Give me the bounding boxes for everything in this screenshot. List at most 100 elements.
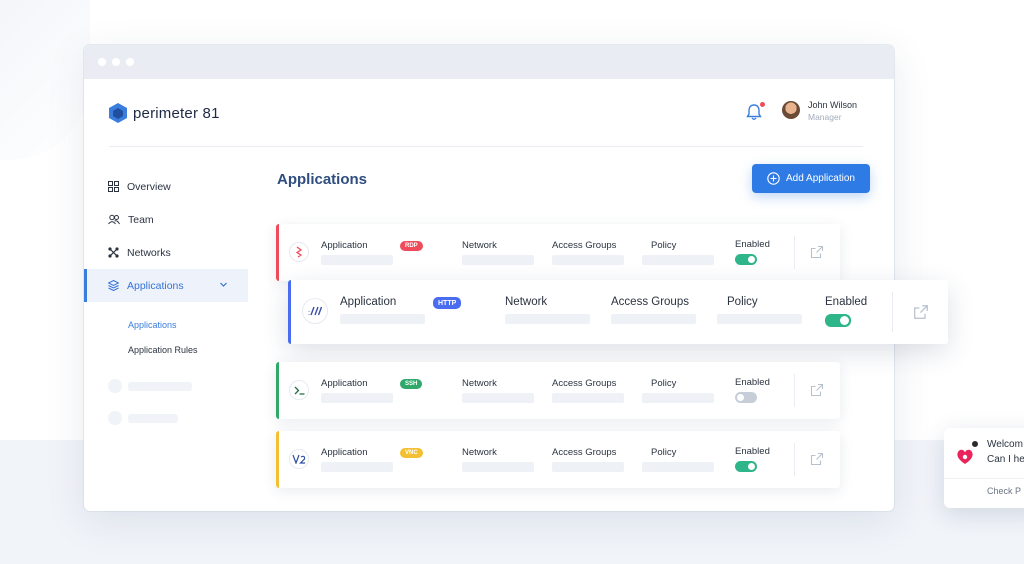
sidebar-item-label: Applications bbox=[127, 279, 184, 292]
avatar[interactable] bbox=[782, 101, 800, 119]
window-titlebar bbox=[84, 45, 894, 79]
application-row-ssh[interactable]: Application SSH Network Access Groups Po… bbox=[276, 362, 840, 419]
sidebar-item-networks[interactable]: Networks bbox=[84, 236, 248, 269]
enabled-toggle[interactable] bbox=[735, 461, 757, 472]
sidebar-item-overview[interactable]: Overview bbox=[84, 170, 248, 203]
access-groups-label: Access Groups bbox=[552, 378, 617, 389]
network-label: Network bbox=[462, 240, 497, 251]
policy-label: Policy bbox=[651, 447, 677, 458]
placeholder-bar bbox=[505, 314, 590, 324]
external-link-icon[interactable] bbox=[810, 383, 824, 397]
placeholder-bar bbox=[552, 462, 624, 472]
toggle-knob bbox=[748, 463, 755, 470]
chat-widget[interactable]: Welcom Can I he Check P bbox=[944, 428, 1024, 508]
placeholder-bar bbox=[552, 393, 624, 403]
row-divider bbox=[892, 292, 893, 332]
placeholder-bar bbox=[552, 255, 624, 265]
sidebar-item-label: Networks bbox=[127, 246, 171, 259]
window-dot bbox=[112, 58, 120, 66]
placeholder-bar bbox=[321, 255, 393, 265]
app-label: Application bbox=[321, 378, 368, 389]
sidebar-subitem-application-rules[interactable]: Application Rules bbox=[84, 337, 248, 362]
enabled-label: Enabled bbox=[735, 239, 770, 250]
sidebar: Overview Team Networks Applications Appl… bbox=[84, 170, 248, 434]
chat-logo-icon bbox=[957, 449, 973, 464]
placeholder-bar bbox=[462, 393, 534, 403]
chat-divider bbox=[944, 478, 1024, 479]
application-row-http[interactable]: Application HTTP Network Access Groups P… bbox=[288, 280, 948, 344]
access-groups-label: Access Groups bbox=[552, 447, 617, 458]
toggle-knob bbox=[748, 256, 755, 263]
layers-icon bbox=[108, 280, 119, 291]
placeholder-bar bbox=[321, 462, 393, 472]
logo-icon bbox=[109, 103, 127, 123]
page-title: Applications bbox=[277, 171, 368, 188]
network-icon bbox=[108, 247, 119, 258]
row-stripe bbox=[288, 280, 291, 344]
app-name: perimeter 81 bbox=[133, 104, 220, 122]
access-groups-label: Access Groups bbox=[611, 296, 689, 308]
protocol-tag: RDP bbox=[400, 241, 423, 251]
external-link-icon[interactable] bbox=[810, 452, 824, 466]
sidebar-subitem-applications[interactable]: Applications bbox=[84, 312, 248, 337]
placeholder-bar bbox=[321, 393, 393, 403]
placeholder-bar bbox=[462, 255, 534, 265]
chat-message-line: Can I he bbox=[987, 454, 1024, 465]
enabled-toggle[interactable] bbox=[735, 392, 757, 403]
enabled-label: Enabled bbox=[825, 296, 868, 308]
row-divider bbox=[794, 443, 795, 476]
enabled-toggle[interactable] bbox=[735, 254, 757, 265]
placeholder-icon bbox=[108, 379, 122, 393]
placeholder-bar bbox=[128, 381, 192, 391]
app-logo[interactable]: perimeter 81 bbox=[109, 103, 220, 123]
sidebar-item-team[interactable]: Team bbox=[84, 203, 248, 236]
network-label: Network bbox=[462, 447, 497, 458]
placeholder-bar bbox=[642, 255, 714, 265]
header-divider bbox=[109, 146, 863, 147]
sidebar-item-applications[interactable]: Applications bbox=[84, 269, 248, 302]
enabled-label: Enabled bbox=[735, 446, 770, 457]
placeholder-bar bbox=[717, 314, 802, 324]
policy-label: Policy bbox=[727, 296, 758, 308]
plus-circle-icon bbox=[767, 172, 780, 185]
notification-badge bbox=[759, 101, 766, 108]
app-label: Application bbox=[321, 447, 368, 458]
sidebar-item-label: Overview bbox=[127, 180, 171, 193]
window-dot bbox=[126, 58, 134, 66]
network-label: Network bbox=[505, 296, 548, 308]
toggle-knob bbox=[840, 316, 849, 325]
placeholder-bar bbox=[128, 413, 178, 423]
protocol-tag: SSH bbox=[400, 379, 423, 389]
placeholder-bar bbox=[462, 462, 534, 472]
network-label: Network bbox=[462, 378, 497, 389]
enabled-toggle[interactable] bbox=[825, 314, 851, 327]
placeholder-bar bbox=[340, 314, 425, 324]
users-icon bbox=[108, 214, 120, 225]
http-icon bbox=[302, 298, 328, 324]
policy-label: Policy bbox=[651, 240, 677, 251]
app-label: Application bbox=[321, 240, 368, 251]
add-application-button[interactable]: Add Application bbox=[752, 164, 870, 193]
external-link-icon[interactable] bbox=[913, 304, 929, 320]
row-stripe bbox=[276, 224, 279, 281]
placeholder-bar bbox=[642, 393, 714, 403]
external-link-icon[interactable] bbox=[810, 245, 824, 259]
application-row-vnc[interactable]: Application VNC Network Access Groups Po… bbox=[276, 431, 840, 488]
row-divider bbox=[794, 374, 795, 407]
chat-message-line: Welcom bbox=[987, 439, 1023, 450]
background-decoration bbox=[0, 0, 90, 160]
chat-cta-link[interactable]: Check P bbox=[987, 486, 1021, 496]
grid-icon bbox=[108, 181, 119, 192]
user-name: John Wilson bbox=[808, 100, 858, 110]
terminal-icon bbox=[289, 380, 309, 400]
chevron-down-icon[interactable] bbox=[219, 280, 228, 289]
row-stripe bbox=[276, 431, 279, 488]
application-row-rdp[interactable]: Application RDP Network Access Groups Po… bbox=[276, 224, 840, 281]
enabled-label: Enabled bbox=[735, 377, 770, 388]
row-divider bbox=[794, 236, 795, 269]
sidebar-placeholder bbox=[84, 402, 248, 434]
protocol-tag: HTTP bbox=[433, 297, 462, 309]
notifications-bell[interactable] bbox=[744, 101, 766, 122]
sidebar-item-label: Team bbox=[128, 213, 154, 226]
sidebar-placeholder bbox=[84, 370, 248, 402]
